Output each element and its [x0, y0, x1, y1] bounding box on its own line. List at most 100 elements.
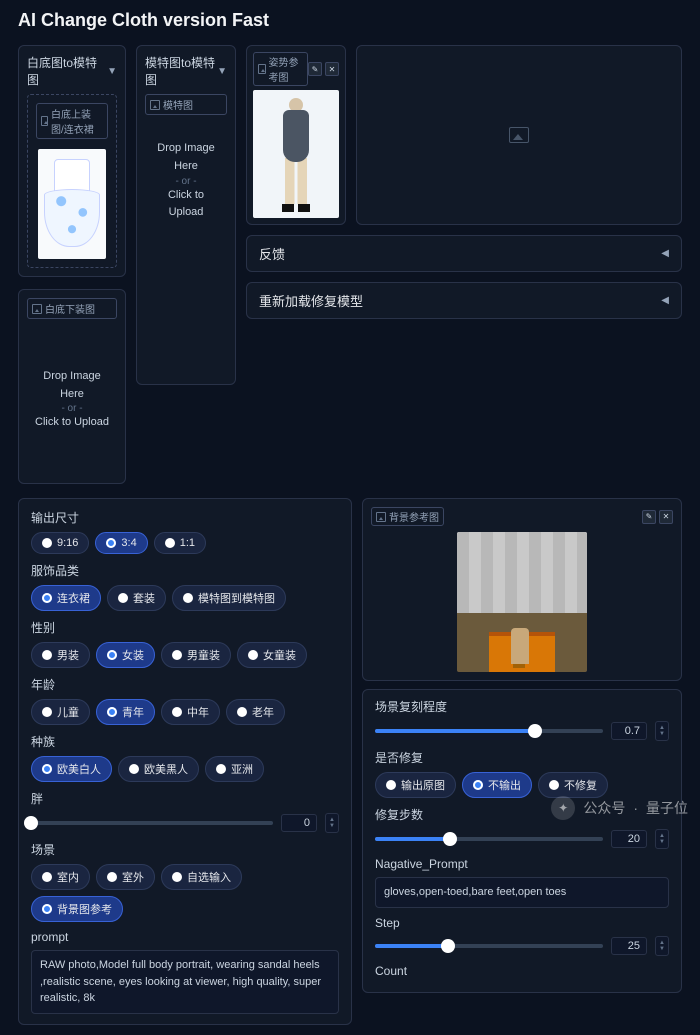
output-preview[interactable] — [356, 45, 682, 225]
radio-label: 欧美黑人 — [144, 761, 188, 777]
radio-option[interactable]: 欧美白人 — [31, 756, 112, 782]
race-group: 欧美白人 欧美黑人 亚洲 — [31, 756, 339, 782]
prompt-label: prompt — [31, 930, 339, 944]
radio-label: 男装 — [57, 647, 79, 663]
upload-col1-bottom: 白底下装图 Drop Image Here - or - Click to Up… — [18, 289, 126, 484]
radio-option[interactable]: 模特图到模特图 — [172, 585, 286, 611]
radio-label: 中年 — [187, 704, 209, 720]
upload-model-image[interactable]: Drop Image Here - or - Click to Upload — [145, 121, 227, 241]
radio-option[interactable]: 亚洲 — [205, 756, 264, 782]
image-icon — [150, 100, 160, 110]
image-icon — [258, 64, 266, 74]
neg-prompt-input[interactable]: gloves,open-toed,bare feet,open toes — [375, 877, 669, 908]
page-title: AI Change Cloth version Fast — [18, 10, 682, 31]
stepper-icon[interactable]: ▲▼ — [655, 936, 669, 956]
col2-header: 模特图to模特图 — [145, 54, 217, 88]
radio-dot-icon — [42, 872, 52, 882]
reload-accordion[interactable]: 重新加载修复模型 ◀ — [246, 282, 682, 319]
upload-bottom-garment[interactable]: Drop Image Here - or - Click to Upload — [27, 325, 117, 475]
image-icon — [32, 304, 42, 314]
step-value: 25 — [611, 937, 647, 955]
radio-label: 不输出 — [488, 777, 521, 793]
radio-label: 1:1 — [180, 537, 195, 549]
bg-image[interactable] — [457, 532, 587, 672]
col1-header: 白底图to模特图 — [27, 54, 107, 88]
fat-label: 胖 — [31, 790, 339, 807]
step-slider[interactable]: 25 ▲▼ — [375, 936, 669, 956]
radio-option[interactable]: 男童装 — [161, 642, 231, 668]
stepper-icon[interactable]: ▲▼ — [655, 721, 669, 741]
radio-label: 输出原图 — [401, 777, 445, 793]
radio-option[interactable]: 不输出 — [462, 772, 532, 798]
image-icon — [41, 116, 48, 126]
repair-opt-label: 是否修复 — [375, 749, 669, 766]
radio-label: 女装 — [122, 647, 144, 663]
bg-label: 背景参考图 — [371, 507, 444, 526]
radio-option[interactable]: 9:16 — [31, 532, 89, 554]
drop-text: Drop Image Here — [35, 368, 109, 403]
stepper-icon[interactable]: ▲▼ — [325, 813, 339, 833]
pose-image[interactable] — [253, 90, 339, 218]
radio-option[interactable]: 套装 — [107, 585, 166, 611]
radio-label: 模特图到模特图 — [198, 590, 275, 606]
radio-dot-icon — [248, 650, 258, 660]
stepper-icon[interactable]: ▲▼ — [655, 829, 669, 849]
radio-option[interactable]: 中年 — [161, 699, 220, 725]
radio-label: 女童装 — [263, 647, 296, 663]
chevron-left-icon: ◀ — [661, 295, 669, 306]
radio-option[interactable]: 不修复 — [538, 772, 608, 798]
upload-col2: 模特图to模特图 ▼ 模特图 Drop Image Here - or - Cl… — [136, 45, 236, 385]
edit-icon[interactable]: ✎ — [308, 62, 322, 76]
radio-option[interactable]: 儿童 — [31, 699, 90, 725]
radio-dot-icon — [549, 780, 559, 790]
radio-label: 自选输入 — [187, 869, 231, 885]
fat-slider[interactable]: 0 ▲▼ — [31, 813, 339, 833]
chevron-down-icon[interactable]: ▼ — [217, 66, 227, 77]
count-label: Count — [375, 964, 669, 978]
close-icon[interactable]: ✕ — [659, 510, 673, 524]
scene-copy-slider[interactable]: 0.7 ▲▼ — [375, 721, 669, 741]
radio-option[interactable]: 输出原图 — [375, 772, 456, 798]
radio-option[interactable]: 女童装 — [237, 642, 307, 668]
radio-option[interactable]: 连衣裙 — [31, 585, 101, 611]
radio-option[interactable]: 自选输入 — [161, 864, 242, 890]
radio-option[interactable]: 背景图参考 — [31, 896, 123, 922]
radio-option[interactable]: 老年 — [226, 699, 285, 725]
radio-option[interactable]: 室外 — [96, 864, 155, 890]
radio-dot-icon — [42, 904, 52, 914]
radio-option[interactable]: 1:1 — [154, 532, 206, 554]
repair-steps-slider[interactable]: 20 ▲▼ — [375, 829, 669, 849]
pose-reference-panel: 姿势参考图 ✎ ✕ — [246, 45, 346, 225]
radio-option[interactable]: 女装 — [96, 642, 155, 668]
feedback-label: 反馈 — [259, 244, 285, 263]
edit-icon[interactable]: ✎ — [642, 510, 656, 524]
bg-reference-panel: 背景参考图 ✎ ✕ — [362, 498, 682, 681]
drop-text: Drop Image Here — [153, 140, 219, 175]
repair-opt-group: 输出原图 不输出 不修复 — [375, 772, 669, 798]
category-group: 连衣裙套装 模特图到模特图 — [31, 585, 339, 611]
radio-dot-icon — [172, 650, 182, 660]
radio-dot-icon — [42, 593, 52, 603]
radio-label: 儿童 — [57, 704, 79, 720]
radio-dot-icon — [237, 707, 247, 717]
upload-top-label: 白底上装图/连衣裙 — [36, 103, 108, 139]
radio-dot-icon — [172, 707, 182, 717]
radio-label: 青年 — [122, 704, 144, 720]
image-icon — [376, 512, 386, 522]
close-icon[interactable]: ✕ — [325, 62, 339, 76]
upload-top-garment[interactable]: 白底上装图/连衣裙 — [27, 94, 117, 268]
prompt-input[interactable]: RAW photo,Model full body portrait, wear… — [31, 950, 339, 1014]
radio-option[interactable]: 男装 — [31, 642, 90, 668]
radio-option[interactable]: 3:4 — [95, 532, 147, 554]
radio-label: 背景图参考 — [57, 901, 112, 917]
chevron-down-icon[interactable]: ▼ — [107, 66, 117, 77]
radio-option[interactable]: 青年 — [96, 699, 155, 725]
radio-option[interactable]: 欧美黑人 — [118, 756, 199, 782]
repair-steps-value: 20 — [611, 830, 647, 848]
radio-dot-icon — [118, 593, 128, 603]
drop-or: - or - — [61, 403, 82, 414]
radio-dot-icon — [107, 872, 117, 882]
radio-option[interactable]: 室内 — [31, 864, 90, 890]
race-label: 种族 — [31, 733, 339, 750]
feedback-accordion[interactable]: 反馈 ◀ — [246, 235, 682, 272]
